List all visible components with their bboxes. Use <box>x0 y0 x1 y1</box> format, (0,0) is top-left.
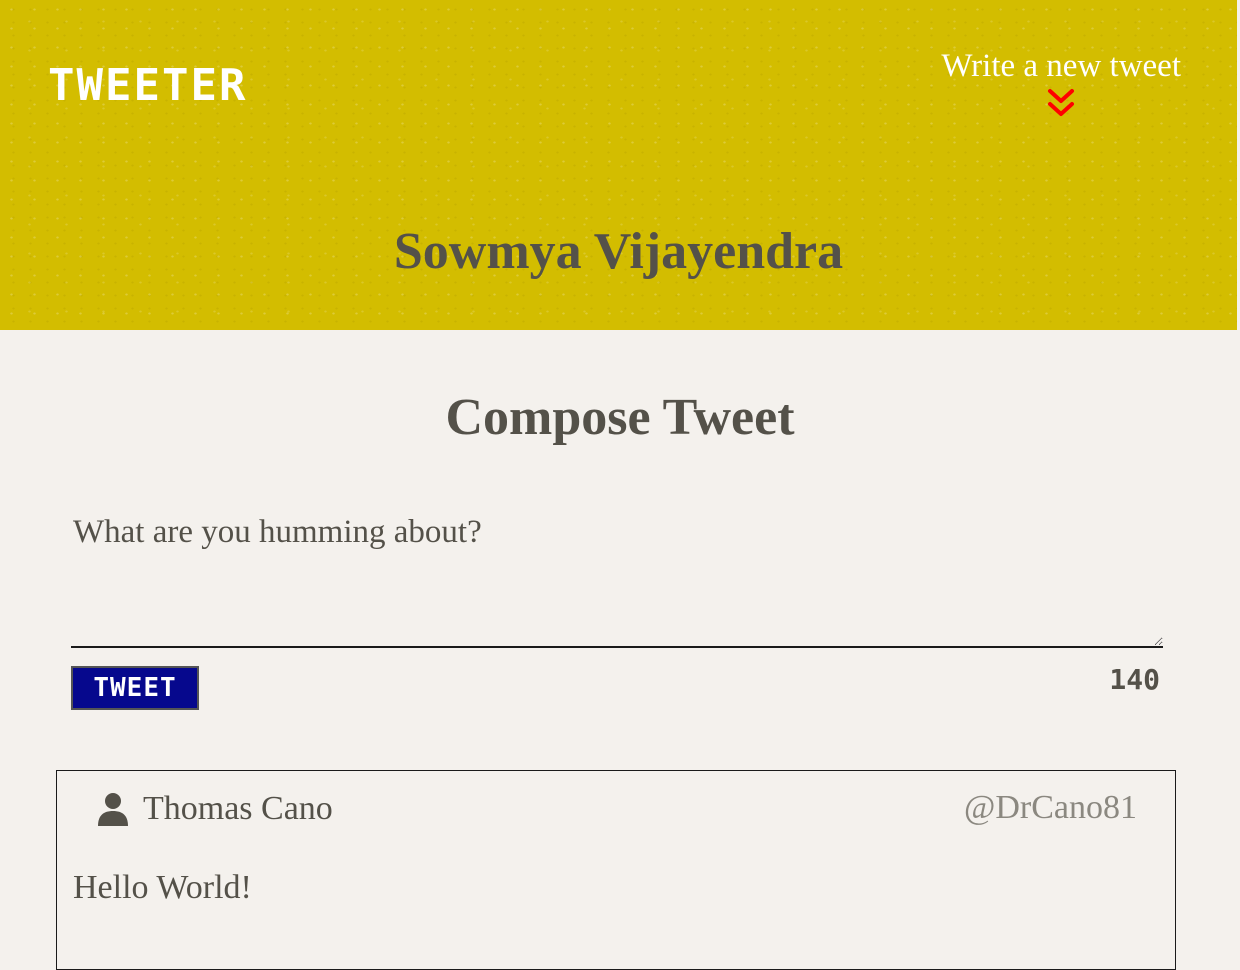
tweet-textarea[interactable] <box>71 506 1163 648</box>
character-counter: 140 <box>1109 663 1160 696</box>
profile-name: Sowmya Vijayendra <box>393 223 844 280</box>
user-icon <box>98 793 128 826</box>
page-header: TWEETER Write a new tweet Sowmya Vijayen… <box>0 0 1237 330</box>
write-new-tweet-label[interactable]: Write a new tweet <box>941 48 1181 84</box>
double-chevron-down-icon[interactable] <box>1047 87 1075 119</box>
tweet-header: Thomas Cano <box>97 791 333 827</box>
tweet-author-handle: @DrCano81 <box>964 789 1137 826</box>
tweet-author-name: Thomas Cano <box>143 790 333 827</box>
app-logo[interactable]: TWEETER <box>48 64 247 108</box>
tweet-card: Thomas Cano @DrCano81 Hello World! <box>56 770 1176 970</box>
tweet-content: Hello World! <box>73 869 252 906</box>
tweet-submit-button[interactable]: TWEET <box>71 666 199 710</box>
compose-title: Compose Tweet <box>445 389 795 446</box>
write-new-tweet-link[interactable]: Write a new tweet <box>941 50 1181 119</box>
